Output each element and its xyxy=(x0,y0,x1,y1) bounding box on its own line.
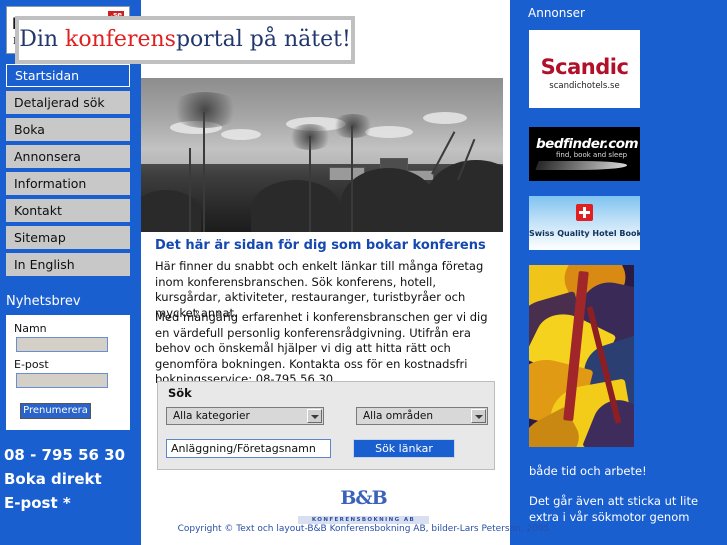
ad-swiss-quality[interactable]: Swiss Quality Hotel Booking xyxy=(529,196,640,250)
ads-title: Annonser xyxy=(528,6,585,20)
sidebar-item-startsidan[interactable]: Startsidan xyxy=(6,64,130,87)
banner-text-highlight: konferens xyxy=(65,27,176,52)
ad-swiss-quality-name: Swiss Quality Hotel Booking xyxy=(529,229,640,238)
page-root: konferensbokning .se Hitta rätt direkt! … xyxy=(0,0,727,545)
main-navigation: Startsidan Detaljerad sök Boka Annonsera… xyxy=(6,64,130,280)
search-panel: Sök Alla kategorier Alla områden Sök län… xyxy=(157,381,495,470)
banner-text-pre: Din xyxy=(19,27,66,52)
ad-bedfinder-swoosh-icon xyxy=(535,161,629,170)
sidebar-item-boka[interactable]: Boka xyxy=(6,118,130,141)
ad-bedfinder[interactable]: bedfinder.com find, book and sleep xyxy=(529,127,640,181)
photo-cloud xyxy=(423,111,468,124)
sidebar-item-kontakt[interactable]: Kontakt xyxy=(6,199,130,222)
newsletter-email-label: E-post xyxy=(14,358,49,371)
banner-text-post: portal på nätet! xyxy=(175,27,351,52)
category-select[interactable]: Alla kategorier xyxy=(166,407,324,425)
autumn-leaves-photo xyxy=(529,265,634,447)
right-sidebar: Annonser Scandic scandichotels.se bedfin… xyxy=(512,0,727,545)
newsletter-email-input[interactable] xyxy=(16,373,108,388)
photo-bush xyxy=(341,168,436,232)
chevron-down-icon[interactable] xyxy=(307,409,322,423)
ad-bedfinder-name: bedfinder.com xyxy=(536,136,639,152)
photo-plant-stem xyxy=(189,148,191,232)
page-title: Det här är sidan för dig som bokar konfe… xyxy=(155,238,486,253)
right-sidebar-text-1: både tid och arbete! xyxy=(529,464,647,478)
photo-plant-stem xyxy=(203,112,205,232)
newsletter-title: Nyhetsbrev xyxy=(6,294,81,309)
area-select-value: Alla områden xyxy=(363,410,433,422)
category-select-value: Alla kategorier xyxy=(173,410,250,422)
photo-cloud xyxy=(220,128,261,140)
search-panel-title: Sök xyxy=(168,386,192,400)
sidebar-item-annonsera[interactable]: Annonsera xyxy=(6,145,130,168)
sidebar-item-sitemap[interactable]: Sitemap xyxy=(6,226,130,249)
left-sidebar: konferensbokning .se Hitta rätt direkt! … xyxy=(0,0,136,545)
sidebar-item-in-english[interactable]: In English xyxy=(6,253,130,276)
newsletter-name-label: Namn xyxy=(14,322,47,335)
sidebar-item-detaljerad-sok[interactable]: Detaljerad sök xyxy=(6,91,130,114)
ad-scandic[interactable]: Scandic scandichotels.se xyxy=(529,30,640,108)
area-select[interactable]: Alla områden xyxy=(356,407,488,425)
ad-scandic-name: Scandic xyxy=(540,55,629,79)
sidebar-item-information[interactable]: Information xyxy=(6,172,130,195)
intro-paragraph-2: Med mångårig erfarenhet i konferensbrans… xyxy=(155,310,488,386)
photo-plant-stem xyxy=(351,126,353,232)
headline-banner: Din konferensportal på nätet! xyxy=(15,16,355,64)
ad-scandic-url: scandichotels.se xyxy=(549,81,620,91)
newsletter-form: Namn E-post Prenumerera xyxy=(6,315,130,430)
photo-plant-stem xyxy=(309,136,311,232)
ad-bedfinder-tagline: find, book and sleep xyxy=(556,151,628,159)
search-submit-button[interactable]: Sök länkar xyxy=(353,439,455,458)
newsletter-name-input[interactable] xyxy=(16,337,108,352)
footer-logo-subtitle: KONFERENSBOKNING AB xyxy=(297,516,430,524)
swiss-cross-icon xyxy=(576,204,593,221)
headline-banner-text: Din konferensportal på nätet! xyxy=(19,20,351,60)
chevron-down-icon[interactable] xyxy=(471,409,486,423)
right-sidebar-text-2: Det går även att sticka ut lite extra i … xyxy=(529,494,699,524)
photo-umbel-flower xyxy=(287,124,333,150)
photo-umbel-flower xyxy=(169,92,241,128)
contact-phone: 08 - 795 56 30 xyxy=(4,446,126,464)
search-input[interactable] xyxy=(166,439,331,458)
photo-bush xyxy=(251,180,341,232)
photo-umbel-flower xyxy=(331,114,375,138)
hero-landscape-photo xyxy=(141,78,503,232)
newsletter-submit-button[interactable]: Prenumerera xyxy=(20,403,91,419)
